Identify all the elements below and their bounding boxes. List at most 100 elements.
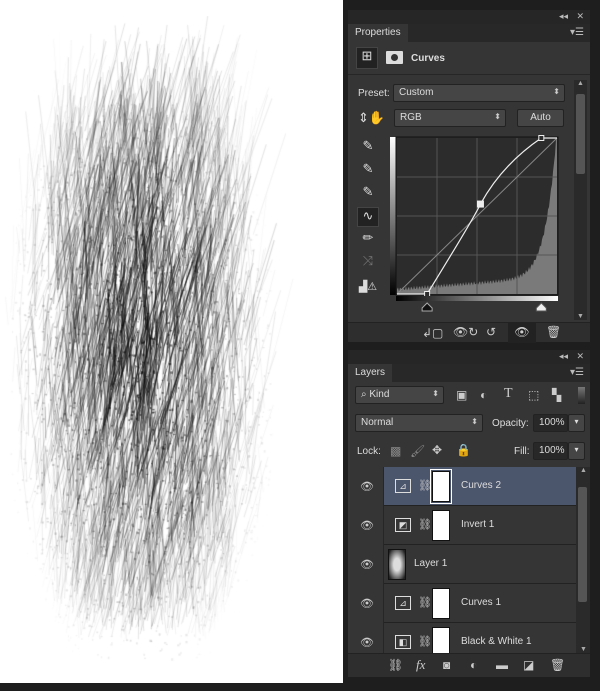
delete-layer-icon[interactable]: 🗑 — [550, 658, 565, 672]
visibility-toggle[interactable]: 👁 — [348, 545, 384, 584]
eye-icon[interactable]: 👁 — [360, 636, 374, 649]
adjustment-title: Curves — [411, 53, 445, 64]
panel-menu-icon[interactable]: ▾☰ — [570, 27, 584, 38]
smooth-curve-icon[interactable]: ⤨ — [357, 253, 379, 273]
filter-toggle[interactable] — [578, 387, 585, 404]
toggle-visibility-icon[interactable]: 👁 — [508, 323, 536, 343]
visibility-toggle[interactable]: 👁 — [348, 467, 384, 506]
divider — [348, 74, 590, 75]
new-group-icon[interactable]: ▬ — [496, 658, 508, 672]
filter-type-icon[interactable]: T — [504, 386, 513, 402]
layer-style-fx-icon[interactable]: fx — [416, 657, 425, 673]
layer-row[interactable]: 👁 ◩ ⛓ Invert 1 — [348, 506, 576, 545]
curve-point-tool-icon[interactable]: ∿ — [357, 207, 379, 227]
layer-mask-thumbnail[interactable] — [430, 469, 452, 504]
filter-smart-object-icon[interactable]: ▚ — [552, 388, 561, 402]
filter-kind-select[interactable]: ⌕ Kind ⬍ — [355, 386, 444, 404]
opacity-label: Opacity: — [492, 418, 529, 429]
collapse-icon[interactable]: ◂◂ — [559, 351, 568, 362]
lock-all-icon[interactable]: 🔒 — [456, 443, 471, 457]
opacity-input[interactable]: 100% — [533, 414, 568, 432]
link-icon[interactable]: ⛓ — [418, 479, 432, 492]
filter-adjustment-icon[interactable]: ◐ — [480, 388, 487, 402]
visibility-toggle[interactable]: 👁 — [348, 584, 384, 623]
curves-adjustment-icon[interactable]: ⊞ — [356, 47, 378, 69]
layers-scrollbar[interactable]: ▲ ▼ — [576, 467, 590, 653]
lock-transparent-icon[interactable]: ▩ — [390, 444, 401, 458]
link-icon[interactable]: ⛓ — [418, 635, 432, 648]
blend-mode-select[interactable]: Normal ⬍ — [355, 414, 483, 432]
properties-tab-row: Properties ▾☰ — [348, 24, 590, 42]
document-canvas[interactable] — [0, 0, 343, 683]
filter-value: Kind — [369, 389, 390, 400]
link-icon[interactable]: ⛓ — [418, 518, 432, 531]
eye-icon[interactable]: 👁 — [360, 597, 374, 610]
new-adjustment-layer-icon[interactable]: ◐ — [470, 658, 477, 672]
clipping-warning-icon[interactable]: ▟⚠ — [357, 280, 379, 300]
layer-thumbnail — [388, 549, 406, 580]
mask-icon[interactable] — [386, 51, 403, 64]
curves-adjustment-icon: ⊿ — [395, 479, 411, 493]
eye-icon[interactable]: 👁 — [360, 519, 374, 532]
layer-name: Invert 1 — [461, 519, 495, 530]
delete-icon[interactable]: 🗑 — [546, 325, 561, 339]
curves-adjustment-icon: ⊿ — [395, 596, 411, 610]
clip-to-layer-icon[interactable]: ↲▢ — [422, 326, 443, 340]
collapse-icon[interactable]: ◂◂ — [559, 11, 568, 22]
pencil-icon[interactable]: ✏ — [357, 230, 379, 250]
eye-icon[interactable]: 👁 — [360, 558, 374, 571]
link-layers-icon[interactable]: ⛓ — [388, 658, 403, 672]
fill-dropdown[interactable]: ▾ — [568, 442, 585, 460]
black-input-slider[interactable] — [421, 302, 433, 312]
view-previous-icon[interactable]: 👁↻ — [453, 325, 478, 339]
curve-control-point[interactable] — [538, 135, 545, 141]
opacity-dropdown[interactable]: ▾ — [568, 414, 585, 432]
visibility-toggle[interactable]: 👁 — [348, 506, 384, 545]
white-input-slider[interactable] — [535, 302, 547, 312]
layer-mask-thumbnail[interactable] — [432, 510, 450, 541]
invert-adjustment-icon: ◩ — [395, 518, 411, 532]
gray-point-eyedropper-icon[interactable]: ✎ — [357, 161, 379, 181]
tab-properties[interactable]: Properties — [348, 24, 408, 42]
auto-button[interactable]: Auto — [517, 109, 564, 127]
filter-pixel-icon[interactable]: ▣ — [456, 388, 467, 402]
fill-input[interactable]: 100% — [533, 442, 568, 460]
preset-value: Custom — [399, 87, 434, 98]
properties-scrollbar[interactable]: ▲ ▼ — [574, 80, 587, 320]
close-icon[interactable]: ✕ — [576, 11, 584, 22]
layer-row[interactable]: 👁 Layer 1 — [348, 545, 576, 584]
white-point-eyedropper-icon[interactable]: ✎ — [357, 184, 379, 204]
lock-image-icon[interactable]: 🖌 — [410, 444, 425, 458]
layer-name: Curves 2 — [461, 480, 502, 491]
panel-menu-icon[interactable]: ▾☰ — [570, 367, 584, 378]
layers-panel-header: ◂◂ ✕ — [348, 350, 590, 364]
scroll-thumb[interactable] — [576, 94, 585, 174]
channel-select[interactable]: RGB ⬍ — [394, 109, 506, 127]
layers-tab-row: Layers ▾☰ — [348, 364, 590, 382]
add-mask-icon[interactable]: ◙ — [443, 658, 450, 672]
new-layer-icon[interactable]: ◪ — [523, 658, 534, 672]
layer-row[interactable]: 👁 ⊿ ⛓ Curves 1 — [348, 584, 576, 623]
fill-label: Fill: — [514, 446, 530, 457]
black-point-eyedropper-icon[interactable]: ✎ — [357, 138, 379, 158]
eye-icon[interactable]: 👁 — [360, 480, 374, 493]
lock-position-icon[interactable]: ✥ — [432, 443, 442, 457]
close-icon[interactable]: ✕ — [576, 351, 584, 362]
layer-row[interactable]: 👁 ⊿ ⛓ Curves 2 — [348, 467, 576, 506]
reset-icon[interactable]: ↺ — [486, 325, 496, 339]
preset-select[interactable]: Custom ⬍ — [393, 84, 565, 102]
layer-name: Layer 1 — [414, 558, 448, 569]
lock-label: Lock: — [357, 446, 381, 457]
tab-layers[interactable]: Layers — [348, 364, 393, 382]
preset-label: Preset: — [358, 88, 390, 99]
layer-mask-thumbnail[interactable] — [432, 588, 450, 619]
curve-control-point[interactable] — [424, 291, 431, 297]
on-image-adjust-icon[interactable]: ⇕✋ — [358, 110, 385, 126]
link-icon[interactable]: ⛓ — [418, 596, 432, 609]
scroll-thumb[interactable] — [578, 487, 587, 602]
properties-footer: ↲▢ 👁↻ ↺ 👁 🗑 — [348, 322, 590, 343]
filter-shape-icon[interactable]: ⬚ — [528, 388, 539, 402]
blend-mode-value: Normal — [361, 417, 394, 428]
curve-control-point[interactable] — [476, 200, 484, 208]
curves-graph[interactable] — [390, 135, 562, 315]
